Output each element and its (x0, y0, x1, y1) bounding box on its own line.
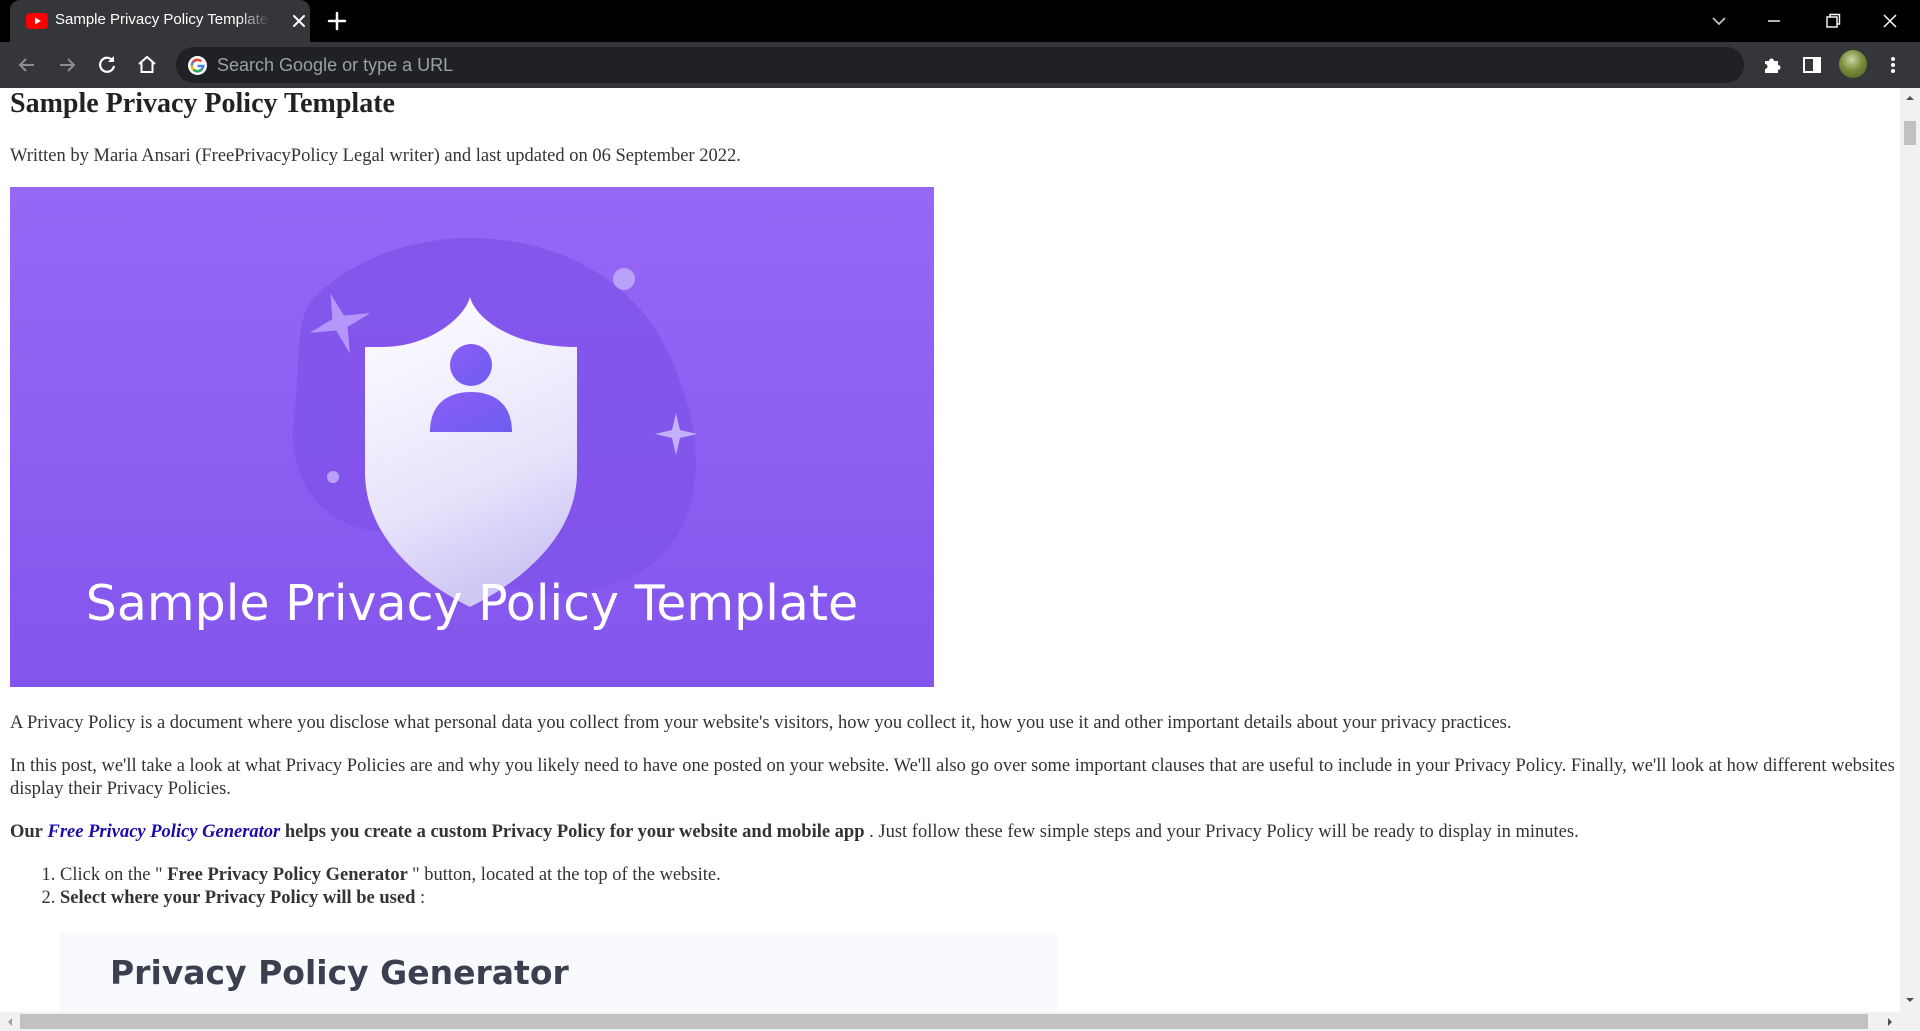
side-panel-icon[interactable] (1799, 52, 1825, 78)
vertical-scroll-thumb[interactable] (1904, 121, 1916, 145)
home-icon[interactable] (134, 52, 160, 78)
scroll-right-icon[interactable] (1884, 1016, 1896, 1028)
youtube-favicon-icon (26, 13, 48, 29)
paragraph-bold-text: helps you create a custom Privacy Policy… (284, 822, 865, 842)
byline: Written by Maria Ansari (FreePrivacyPoli… (10, 146, 741, 166)
tab-title: Sample Privacy Policy Template - (55, 11, 270, 28)
address-bar[interactable]: Search Google or type a URL (176, 47, 1744, 83)
generator-screenshot: Privacy Policy Generator (60, 933, 1058, 1012)
paragraph-rest-text: . Just follow these few simple steps and… (869, 822, 1579, 842)
page-title: Sample Privacy Policy Template (10, 88, 395, 119)
list-item: Click on the " Free Privacy Policy Gener… (60, 864, 721, 887)
active-tab[interactable]: Sample Privacy Policy Template - (10, 0, 310, 42)
close-tab-icon[interactable] (290, 12, 308, 30)
hero-banner: Sample Privacy Policy Template (10, 187, 934, 687)
step-text: : (415, 888, 426, 908)
browser-toolbar: Search Google or type a URL (0, 42, 1920, 88)
tab-search-chevron-down-icon[interactable] (1706, 8, 1732, 34)
new-tab-plus-icon[interactable] (326, 10, 348, 32)
extensions-icon[interactable] (1759, 52, 1785, 78)
step-bold-text: Select where your Privacy Policy will be… (60, 888, 416, 908)
scroll-down-icon[interactable] (1904, 994, 1916, 1006)
overview-paragraph: In this post, we'll take a look at what … (10, 756, 1895, 799)
vertical-scrollbar[interactable] (1900, 88, 1920, 1012)
intro-paragraph: A Privacy Policy is a document where you… (10, 713, 1512, 733)
back-icon[interactable] (14, 52, 40, 78)
generator-card-title: Privacy Policy Generator (110, 953, 569, 992)
close-window-icon[interactable] (1877, 8, 1903, 34)
address-bar-placeholder: Search Google or type a URL (217, 55, 454, 75)
generator-paragraph: Our Free Privacy Policy Generator helps … (10, 821, 1579, 844)
horizontal-scroll-thumb[interactable] (20, 1014, 1868, 1029)
google-icon (188, 56, 207, 75)
web-page: Sample Privacy Policy Template Written b… (0, 88, 1900, 1012)
horizontal-scrollbar[interactable] (0, 1012, 1920, 1031)
steps-list: Click on the " Free Privacy Policy Gener… (10, 864, 721, 910)
step-text: Click on the " (60, 865, 163, 885)
hero-title: Sample Privacy Policy Template (85, 575, 859, 632)
step-bold-text: Free Privacy Policy Generator (162, 865, 413, 885)
scroll-up-icon[interactable] (1904, 92, 1916, 104)
tab-strip: Sample Privacy Policy Template - (0, 0, 1920, 42)
restore-icon[interactable] (1820, 8, 1846, 34)
free-privacy-policy-generator-link[interactable]: Free Privacy Policy Generator (48, 822, 281, 842)
profile-avatar[interactable] (1839, 50, 1867, 78)
reload-icon[interactable] (94, 52, 120, 78)
step-text: " button, located at the top of the webs… (412, 865, 721, 885)
minimize-icon[interactable] (1761, 8, 1787, 34)
more-menu-icon[interactable] (1880, 52, 1906, 78)
list-item: Select where your Privacy Policy will be… (60, 887, 721, 910)
forward-icon[interactable] (54, 52, 80, 78)
scroll-left-icon[interactable] (4, 1016, 16, 1028)
paragraph-lead: Our (10, 822, 43, 842)
